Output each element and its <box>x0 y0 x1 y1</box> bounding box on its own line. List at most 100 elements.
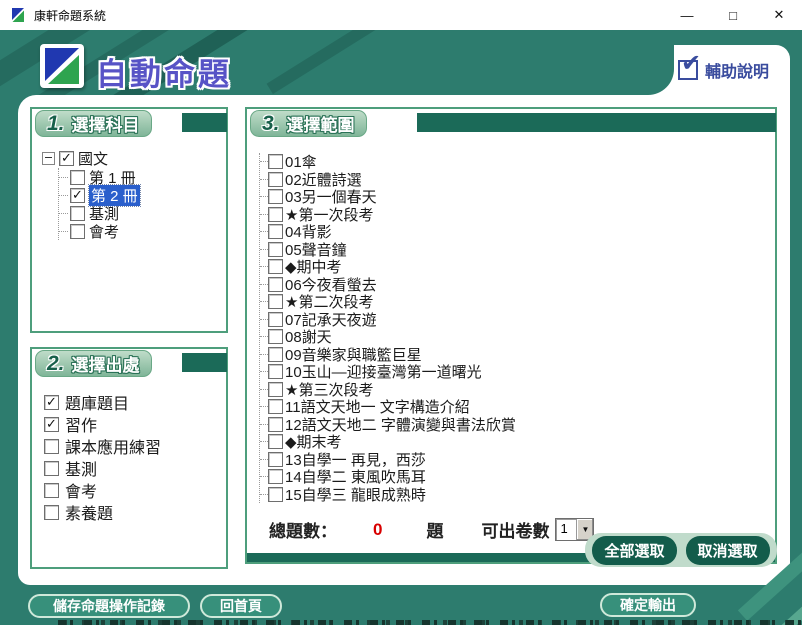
window-title: 康軒命題系統 <box>34 7 106 24</box>
source-label[interactable]: 習作 <box>65 412 97 436</box>
tree-row: 會考 <box>59 222 226 240</box>
source-row: 會考 <box>44 479 226 501</box>
range-row: 15自學三 龍眼成熟時 <box>260 486 775 504</box>
source-row: 課本應用練習 <box>44 435 226 457</box>
brand-logo-icon <box>40 44 84 88</box>
range-checkbox[interactable] <box>268 154 283 169</box>
app-window: 康軒命題系統 — □ ✕ 自動命題 ✔ 輔助說明 1 <box>0 0 802 625</box>
home-button[interactable]: 回首頁 <box>200 594 282 618</box>
header-bar <box>417 113 776 132</box>
step-number: 2. <box>47 352 65 376</box>
source-row: 題庫題目 <box>44 391 226 413</box>
range-checkbox[interactable] <box>268 347 283 362</box>
decorative-stripe <box>267 30 494 94</box>
brand-logo <box>40 44 84 88</box>
range-checkbox[interactable] <box>268 242 283 257</box>
step-title: 選擇範圍 <box>287 111 355 136</box>
selection-button-group: 全部選取 取消選取 <box>585 533 777 567</box>
tree-row: 第 2 冊 <box>59 186 226 204</box>
papers-label: 可出卷數 <box>481 517 549 542</box>
tree-row: 基測 <box>59 204 226 222</box>
tree-item-checkbox[interactable] <box>70 170 85 185</box>
total-unit: 題 <box>426 517 443 542</box>
close-icon[interactable]: ✕ <box>756 0 802 30</box>
panel-3-header: 3. 選擇範圍 <box>247 109 775 139</box>
tree-item-checkbox[interactable] <box>70 224 85 239</box>
subject-root-checkbox[interactable] <box>59 151 74 166</box>
range-checkbox[interactable] <box>268 452 283 467</box>
source-row: 習作 <box>44 413 226 435</box>
panel-3-title-pill: 3. 選擇範圍 <box>250 110 367 137</box>
panel-select-range: 3. 選擇範圍 01傘 02近體詩選 03另一個春天 <box>245 107 777 564</box>
range-checkbox[interactable] <box>268 259 283 274</box>
step-title: 選擇出處 <box>72 351 140 376</box>
tree-item-checkbox[interactable] <box>70 206 85 221</box>
tree-row: 第 1 冊 <box>59 168 226 186</box>
range-checkbox[interactable] <box>268 469 283 484</box>
source-label[interactable]: 題庫題目 <box>65 390 129 414</box>
range-checkbox[interactable] <box>268 294 283 309</box>
source-label[interactable]: 基測 <box>65 456 97 480</box>
panel-select-source: 2. 選擇出處 題庫題目 習作 課本應用練習 <box>30 347 228 569</box>
help-checkbox-icon: ✔ <box>678 60 698 80</box>
range-checkbox[interactable] <box>268 207 283 222</box>
tree-item-checkbox[interactable] <box>70 188 85 203</box>
papers-count-value: 1 <box>556 519 576 540</box>
source-checkbox[interactable] <box>44 439 59 454</box>
minimize-icon[interactable]: — <box>664 0 710 30</box>
window-controls: — □ ✕ <box>664 0 802 30</box>
header-bar <box>182 113 227 132</box>
subject-tree: 國文 第 1 冊 第 2 冊 基測 <box>42 149 226 240</box>
step-title: 選擇科目 <box>72 111 140 136</box>
source-checkbox[interactable] <box>44 461 59 476</box>
source-label[interactable]: 會考 <box>65 478 97 502</box>
source-label[interactable]: 素養題 <box>65 500 113 524</box>
source-label[interactable]: 課本應用練習 <box>65 434 161 458</box>
select-all-button[interactable]: 全部選取 <box>592 536 676 565</box>
page-title: 自動命題 <box>96 49 232 94</box>
range-list: 01傘 02近體詩選 03另一個春天 ★第一次段考 <box>259 153 775 503</box>
range-checkbox[interactable] <box>268 224 283 239</box>
app-logo-icon <box>10 7 26 23</box>
range-label[interactable]: 15自學三 龍眼成熟時 <box>285 484 426 505</box>
panel-2-header: 2. 選擇出處 <box>32 349 226 379</box>
range-checkbox[interactable] <box>268 487 283 502</box>
panel-2-title-pill: 2. 選擇出處 <box>35 350 152 377</box>
range-checkbox[interactable] <box>268 189 283 204</box>
range-row: 07記承天夜遊 <box>260 311 775 329</box>
panel-1-title-pill: 1. 選擇科目 <box>35 110 152 137</box>
clipped-status-text <box>58 620 802 625</box>
tree-root-row: 國文 <box>42 149 226 168</box>
range-checkbox[interactable] <box>268 364 283 379</box>
source-checkbox[interactable] <box>44 483 59 498</box>
step-number: 1. <box>47 112 65 136</box>
maximize-icon[interactable]: □ <box>710 0 756 30</box>
title-bar: 康軒命題系統 — □ ✕ <box>0 0 802 30</box>
source-checkbox[interactable] <box>44 505 59 520</box>
range-row: ★第一次段考 <box>260 206 775 224</box>
range-checkbox[interactable] <box>268 277 283 292</box>
range-checkbox[interactable] <box>268 172 283 187</box>
help-link[interactable]: ✔ 輔助說明 <box>678 58 769 82</box>
source-row: 素養題 <box>44 501 226 523</box>
range-checkbox[interactable] <box>268 434 283 449</box>
range-checkbox[interactable] <box>268 382 283 397</box>
source-checkbox[interactable] <box>44 395 59 410</box>
range-checkbox[interactable] <box>268 417 283 432</box>
range-checkbox[interactable] <box>268 399 283 414</box>
header-bar <box>182 353 227 372</box>
deselect-all-button[interactable]: 取消選取 <box>686 536 770 565</box>
tree-item-label[interactable]: 會考 <box>89 221 119 242</box>
panel-1-header: 1. 選擇科目 <box>32 109 226 139</box>
range-checkbox[interactable] <box>268 312 283 327</box>
save-log-button[interactable]: 儲存命題操作記錄 <box>28 594 190 618</box>
range-checkbox[interactable] <box>268 329 283 344</box>
check-icon: ✔ <box>681 52 701 76</box>
help-label: 輔助說明 <box>705 58 769 82</box>
total-count: 0 <box>373 520 382 540</box>
collapse-icon[interactable] <box>42 152 55 165</box>
panel-select-subject: 1. 選擇科目 國文 第 1 冊 第 2 <box>30 107 228 333</box>
source-checkbox[interactable] <box>44 417 59 432</box>
confirm-output-button[interactable]: 確定輸出 <box>600 593 696 617</box>
source-row: 基測 <box>44 457 226 479</box>
